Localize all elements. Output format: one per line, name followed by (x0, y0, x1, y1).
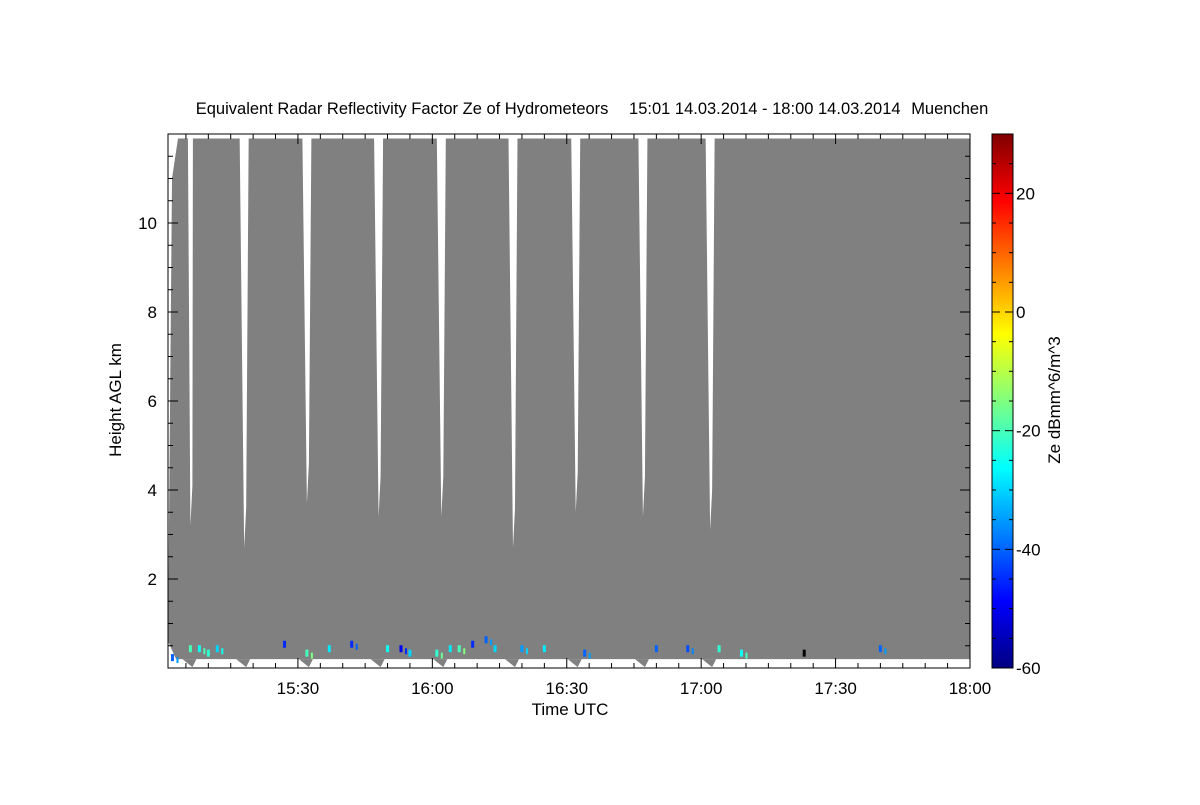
echo-point (305, 649, 309, 657)
echo-point (691, 648, 694, 655)
y-tick-label: 6 (148, 392, 157, 411)
title-text: Equivalent Radar Reflectivity Factor Ze … (196, 100, 609, 118)
echo-point (457, 645, 461, 653)
y-tick-label: 10 (138, 214, 157, 233)
echo-point (448, 645, 452, 653)
echo-point (717, 645, 721, 653)
echo-point (542, 645, 546, 653)
echo-point (463, 648, 466, 655)
echo-point (355, 643, 358, 650)
echo-point (188, 645, 192, 653)
echo-point (327, 645, 331, 653)
chart-title: Equivalent Radar Reflectivity Factor Ze … (196, 100, 989, 118)
echo-point (525, 648, 528, 655)
echo-point (588, 652, 591, 659)
echo-point (399, 645, 403, 653)
colorbar-tick-label: 20 (1016, 184, 1035, 203)
colorbar-tick-label: -40 (1016, 540, 1041, 559)
x-tick-label: 16:00 (411, 679, 454, 698)
radar-chart: Equivalent Radar Reflectivity Factor Ze … (0, 0, 1200, 800)
chart-svg: Equivalent Radar Reflectivity Factor Ze … (106, 100, 1064, 719)
x-tick-label: 18:00 (949, 679, 992, 698)
echo-point (490, 639, 493, 646)
echo-point (197, 645, 201, 653)
echo-point (206, 649, 210, 657)
echo-point (176, 657, 179, 664)
echo-point (215, 645, 219, 653)
echo-point (170, 654, 174, 662)
echo-point (493, 645, 497, 653)
x-tick-label: 17:00 (680, 679, 723, 698)
echo-point (802, 649, 806, 657)
x-tick-label: 15:30 (277, 679, 320, 698)
y-tick-label: 2 (148, 570, 157, 589)
title-period: 15:01 14.03.2014 - 18:00 14.03.2014 (629, 100, 901, 118)
echo-point (878, 645, 882, 653)
echo-point (686, 645, 690, 653)
echo-point (282, 640, 286, 648)
x-tick-label: 17:30 (814, 679, 857, 698)
echo-point (884, 648, 887, 655)
echo-point (386, 645, 390, 653)
title-location: Muenchen (911, 100, 988, 118)
colorbar-tick-label: -60 (1016, 659, 1041, 678)
echo-point (203, 648, 206, 655)
colorbar-label: Ze dBmm^6/m^3 (1045, 336, 1064, 463)
no-signal-field (168, 138, 970, 660)
y-tick-label: 8 (148, 303, 157, 322)
echo-point (404, 648, 407, 655)
echo-point (221, 648, 224, 655)
y-axis-label: Height AGL km (106, 343, 125, 457)
echo-point (745, 652, 748, 659)
echo-point (310, 652, 313, 659)
colorbar-tick-label: 0 (1016, 303, 1025, 322)
echo-point (583, 649, 587, 657)
x-tick-label: 16:30 (545, 679, 588, 698)
echo-point (739, 649, 743, 657)
colorbar-tick-label: -20 (1016, 422, 1041, 441)
echo-point (471, 640, 475, 648)
echo-point (350, 640, 354, 648)
echo-point (654, 645, 658, 653)
echo-point (408, 649, 412, 657)
echo-point (520, 645, 524, 653)
y-tick-label: 4 (148, 481, 157, 500)
x-axis-label: Time UTC (532, 700, 609, 719)
echo-point (484, 636, 488, 644)
echo-point (435, 649, 439, 657)
echo-point (440, 652, 443, 659)
